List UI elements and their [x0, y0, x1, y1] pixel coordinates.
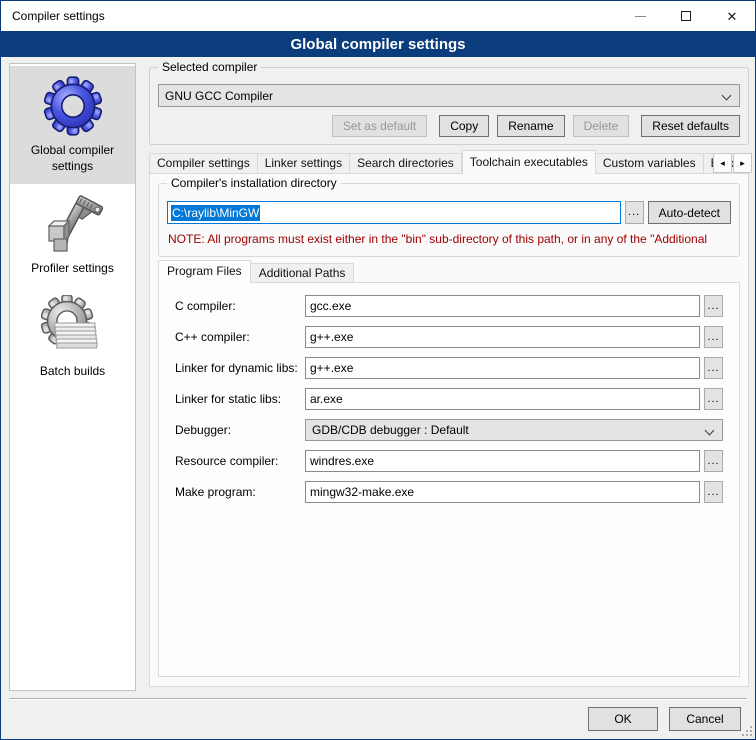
field-label: C compiler:	[175, 299, 305, 313]
tab-scroll-right-icon: ▸	[740, 158, 745, 169]
browse-button[interactable]: ...	[704, 326, 723, 348]
c-compiler-input[interactable]	[305, 295, 700, 317]
ok-button[interactable]: OK	[588, 707, 658, 731]
blue-gear-icon	[41, 74, 105, 138]
sidebar-item-label: Global compiler settings	[14, 143, 131, 174]
settings-tabstrip: Compiler settings Linker settings Search…	[149, 150, 742, 174]
delete-button[interactable]: Delete	[573, 115, 630, 137]
installation-directory-input[interactable]: C:\raylib\MinGW	[167, 201, 621, 224]
installation-directory-group: Compiler's installation directory C:\ray…	[158, 183, 740, 257]
field-label: Linker for dynamic libs:	[175, 361, 305, 375]
browse-button[interactable]: ...	[704, 388, 723, 410]
tab-program-files[interactable]: Program Files	[158, 260, 251, 283]
group-title: Selected compiler	[158, 60, 261, 74]
field-row: Resource compiler: ...	[175, 450, 723, 472]
dynamic-linker-input[interactable]	[305, 357, 700, 379]
set-as-default-button[interactable]: Set as default	[332, 115, 427, 137]
field-label: Resource compiler:	[175, 454, 305, 468]
auto-detect-button[interactable]: Auto-detect	[648, 201, 731, 224]
selected-compiler-value: GNU GCC Compiler	[165, 89, 273, 103]
field-label: Linker for static libs:	[175, 392, 305, 406]
rename-button[interactable]: Rename	[497, 115, 564, 137]
chevron-down-icon	[722, 91, 732, 101]
sidebar-item-profiler-settings[interactable]: Profiler settings	[10, 184, 135, 287]
chevron-down-icon	[705, 426, 715, 436]
close-icon: ✕	[727, 10, 738, 23]
field-row: Make program: ...	[175, 481, 723, 503]
field-row: Linker for static libs: ...	[175, 388, 723, 410]
bin-directory-note: NOTE: All programs must exist either in …	[168, 232, 737, 246]
compiler-settings-dialog: Compiler settings ✕ Global compiler sett…	[0, 0, 756, 740]
minimize-button[interactable]	[617, 1, 663, 31]
tab-scroll-left-icon: ◂	[720, 158, 725, 169]
sidebar: Global compiler settings	[9, 63, 136, 691]
field-row: Linker for dynamic libs: ...	[175, 357, 723, 379]
browse-button[interactable]: ...	[704, 481, 723, 503]
maximize-button[interactable]	[663, 1, 709, 31]
tab-search-directories[interactable]: Search directories	[350, 153, 462, 174]
field-row: Debugger: GDB/CDB debugger : Default	[175, 419, 723, 441]
static-linker-input[interactable]	[305, 388, 700, 410]
tab-compiler-settings[interactable]: Compiler settings	[149, 153, 258, 174]
tab-scroll-right-button[interactable]: ▸	[733, 153, 752, 173]
program-files-page: C compiler: ... C++ compiler: ... Linker…	[158, 282, 740, 677]
minimize-icon	[635, 16, 646, 17]
field-row: C compiler: ...	[175, 295, 723, 317]
gray-gear-stack-icon	[41, 295, 105, 359]
selected-compiler-group: Selected compiler GNU GCC Compiler Set a…	[149, 67, 749, 145]
tab-scroll-left-button[interactable]: ◂	[713, 153, 732, 173]
group-title: Compiler's installation directory	[167, 176, 341, 190]
window-title: Compiler settings	[12, 9, 105, 23]
sidebar-item-label: Batch builds	[14, 364, 131, 380]
tab-custom-variables[interactable]: Custom variables	[596, 153, 704, 174]
dialog-header: Global compiler settings	[1, 31, 755, 57]
tab-linker-settings[interactable]: Linker settings	[258, 153, 350, 174]
resize-grip[interactable]	[741, 725, 753, 737]
debugger-select[interactable]: GDB/CDB debugger : Default	[305, 419, 723, 441]
browse-button[interactable]: ...	[704, 450, 723, 472]
footer-divider	[9, 698, 747, 700]
sidebar-item-label: Profiler settings	[14, 261, 131, 277]
make-program-input[interactable]	[305, 481, 700, 503]
field-label: Make program:	[175, 485, 305, 499]
field-label: C++ compiler:	[175, 330, 305, 344]
close-button[interactable]: ✕	[709, 1, 755, 31]
cancel-button[interactable]: Cancel	[669, 707, 741, 731]
browse-button[interactable]: ...	[704, 295, 723, 317]
field-label: Debugger:	[175, 423, 305, 437]
selected-compiler-select[interactable]: GNU GCC Compiler	[158, 84, 740, 107]
caliper-icon	[41, 192, 105, 256]
maximize-icon	[681, 11, 691, 21]
field-row: C++ compiler: ...	[175, 326, 723, 348]
program-files-tabstrip: Program Files Additional Paths	[158, 260, 354, 283]
tab-additional-paths[interactable]: Additional Paths	[251, 263, 355, 283]
sidebar-item-global-compiler-settings[interactable]: Global compiler settings	[10, 66, 135, 184]
copy-button[interactable]: Copy	[439, 115, 489, 137]
page-title: Global compiler settings	[290, 36, 465, 53]
reset-defaults-button[interactable]: Reset defaults	[641, 115, 740, 137]
debugger-value: GDB/CDB debugger : Default	[312, 423, 469, 437]
browse-directory-button[interactable]: ...	[625, 201, 644, 224]
toolchain-executables-page: Compiler's installation directory C:\ray…	[149, 173, 749, 687]
tab-toolchain-executables[interactable]: Toolchain executables	[462, 150, 596, 174]
selected-path-text: C:\raylib\MinGW	[171, 205, 260, 221]
cpp-compiler-input[interactable]	[305, 326, 700, 348]
sidebar-item-batch-builds[interactable]: Batch builds	[10, 287, 135, 390]
browse-button[interactable]: ...	[704, 357, 723, 379]
resource-compiler-input[interactable]	[305, 450, 700, 472]
